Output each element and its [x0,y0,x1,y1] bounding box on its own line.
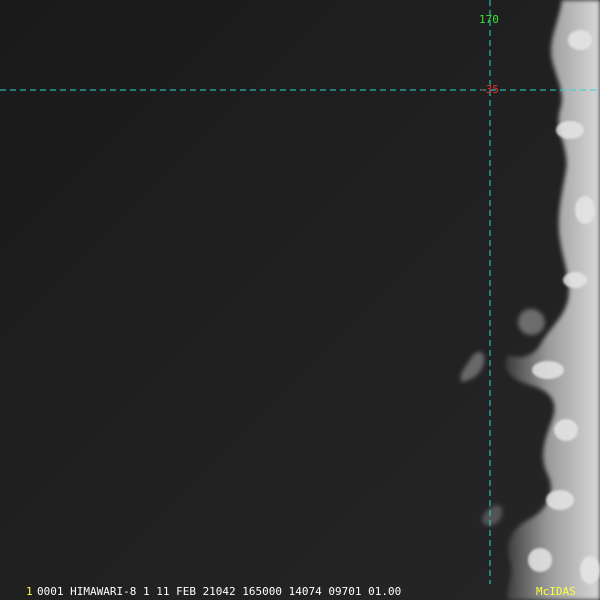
frame-number: 1 [26,585,33,598]
status-bar: 1 0001 HIMAWARI-8 1 11 FEB 21042 165000 … [0,584,600,600]
satellite-viewer[interactable]: 170 -35 1 0001 HIMAWARI-8 1 11 FEB 21042… [0,0,600,600]
image-metadata-text: 0001 HIMAWARI-8 1 11 FEB 21042 165000 14… [37,585,402,598]
longitude-label: 170 [479,13,499,26]
latitude-label: -35 [479,83,499,96]
mcidas-logo: McIDAS [536,585,576,598]
satellite-image [0,0,600,600]
